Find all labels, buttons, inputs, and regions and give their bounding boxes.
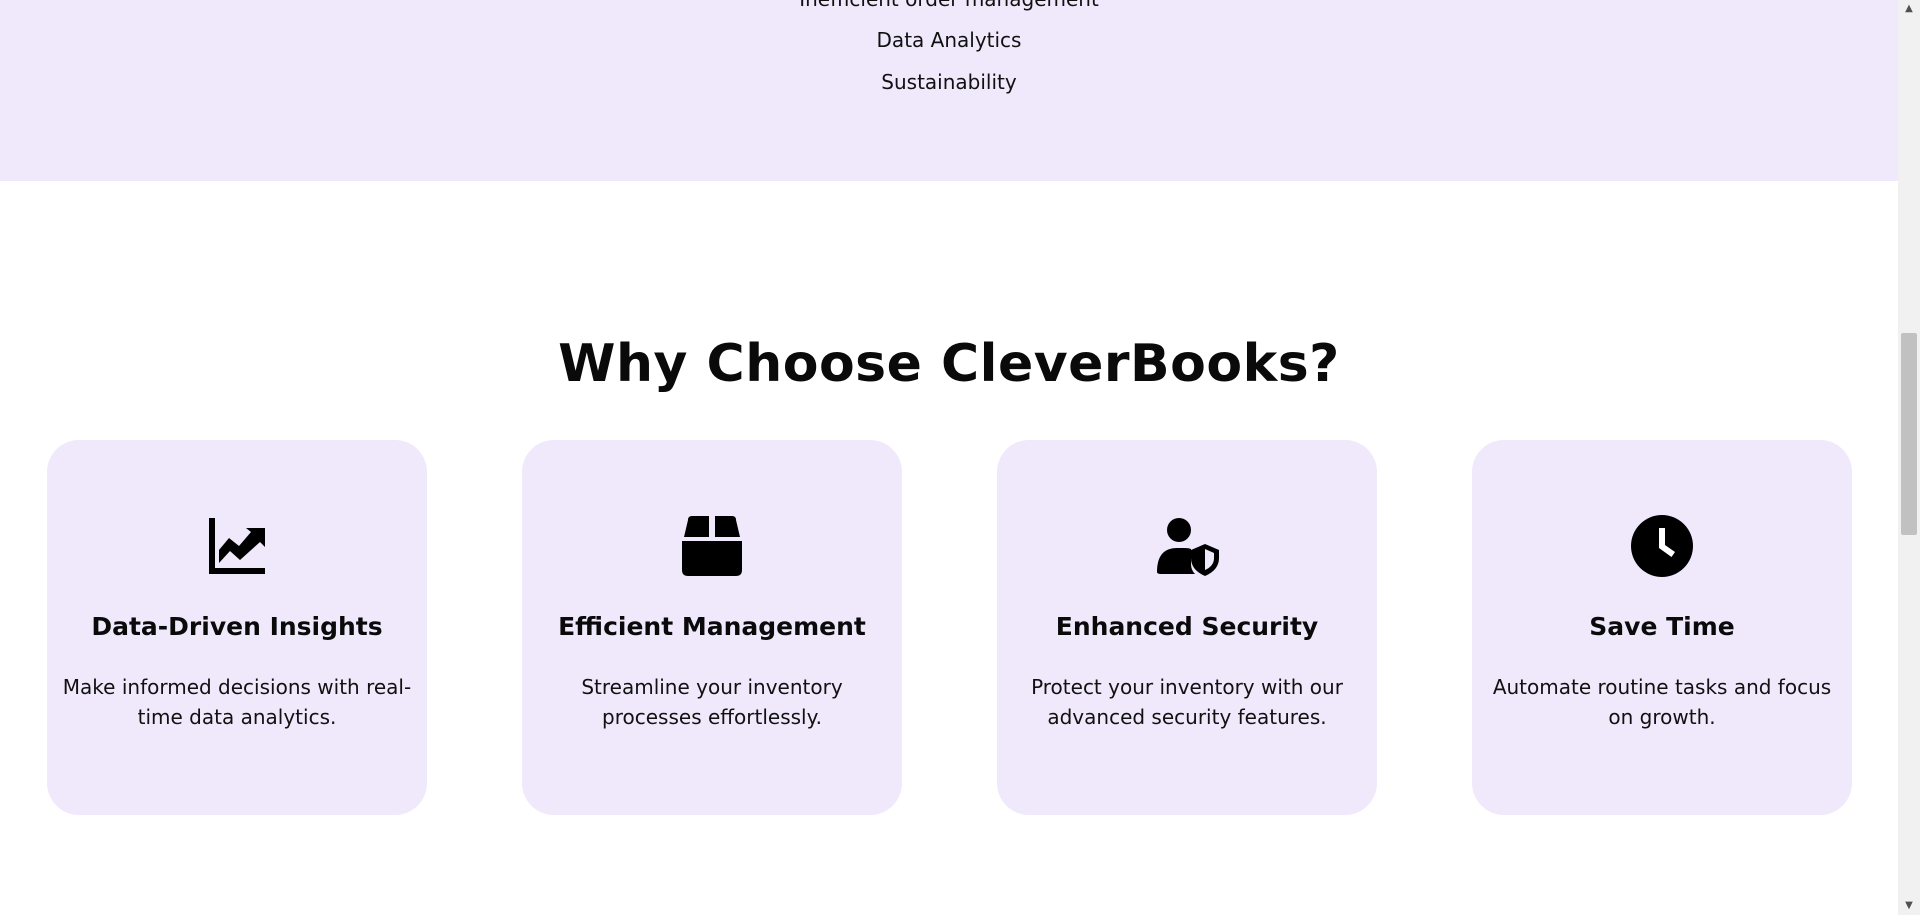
problems-section: Inefficient order management Data Analyt… — [0, 0, 1898, 181]
problem-item: Inefficient order management — [0, 0, 1898, 12]
page-content: Inefficient order management Data Analyt… — [0, 0, 1898, 915]
problem-item: Sustainability — [881, 70, 1017, 94]
feature-card-description: Protect your inventory with our advanced… — [1031, 675, 1343, 729]
feature-card-description: Streamline your inventory processes effo… — [581, 675, 843, 729]
scrollbar-thumb[interactable] — [1901, 333, 1917, 535]
vertical-scrollbar[interactable]: ▲ ▼ — [1898, 0, 1920, 915]
section-title: Why Choose CleverBooks? — [558, 334, 1340, 395]
page: Inefficient order management Data Analyt… — [0, 0, 1920, 915]
scroll-up-arrow-icon[interactable]: ▲ — [1898, 0, 1920, 18]
feature-card-efficient-management: Efficient Management Streamline your inv… — [522, 440, 902, 815]
feature-card-save-time: Save Time Automate routine tasks and foc… — [1472, 440, 1852, 815]
feature-card-title: Save Time — [1589, 612, 1735, 641]
scroll-down-arrow-icon[interactable]: ▼ — [1898, 897, 1920, 915]
chart-line-icon — [205, 514, 269, 578]
feature-card-title: Efficient Management — [558, 612, 866, 641]
feature-card-enhanced-security: Enhanced Security Protect your inventory… — [997, 440, 1377, 815]
user-shield-icon — [1155, 514, 1219, 578]
feature-card-title: Enhanced Security — [1055, 612, 1319, 641]
feature-card-description: Make informed decisions with real-time d… — [62, 675, 412, 729]
feature-card-title: Data-Driven Insights — [91, 612, 383, 641]
problem-item: Data Analytics — [876, 28, 1022, 52]
box-icon — [680, 514, 744, 578]
feature-card-data-driven-insights: Data-Driven Insights Make informed decis… — [47, 440, 427, 815]
clock-icon — [1630, 514, 1694, 578]
feature-card-description: Automate routine tasks and focus on grow… — [1492, 675, 1832, 729]
